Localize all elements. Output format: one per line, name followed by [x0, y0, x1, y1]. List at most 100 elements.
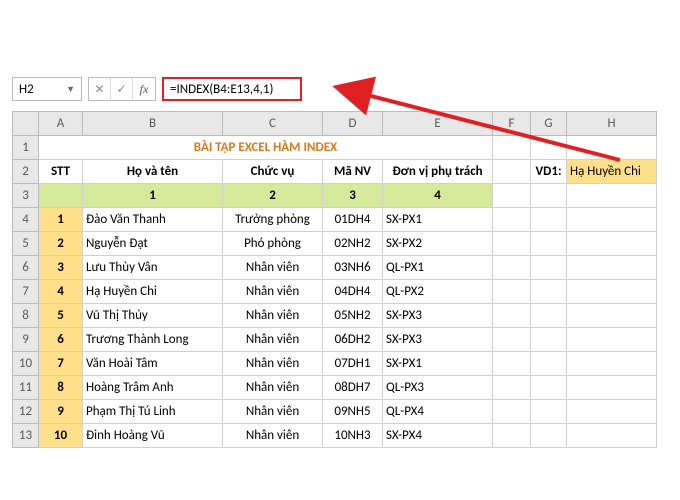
cell[interactable]	[493, 208, 531, 232]
cell[interactable]	[493, 232, 531, 256]
cell[interactable]	[567, 256, 657, 280]
cell-code[interactable]: 06DH2	[323, 328, 383, 352]
row-header[interactable]: 13	[13, 424, 39, 448]
cell-stt[interactable]: 2	[39, 232, 83, 256]
row-header[interactable]: 2	[13, 160, 39, 184]
cell[interactable]	[567, 400, 657, 424]
spreadsheet-grid[interactable]: A B C D E F G H 1 BÀI TẬP EXCEL HÀM INDE…	[12, 111, 657, 448]
cell[interactable]	[531, 256, 567, 280]
cell[interactable]	[567, 352, 657, 376]
cell[interactable]	[493, 304, 531, 328]
vd1-result[interactable]: Hạ Huyền Chi	[567, 160, 657, 184]
cell-stt[interactable]: 1	[39, 208, 83, 232]
cell[interactable]	[493, 376, 531, 400]
row-header[interactable]: 4	[13, 208, 39, 232]
cell-role[interactable]: Nhân viên	[223, 424, 323, 448]
cell-role[interactable]: Nhân viên	[223, 352, 323, 376]
cell[interactable]	[531, 232, 567, 256]
cell-role[interactable]: Phó phòng	[223, 232, 323, 256]
subhead-3[interactable]: 3	[323, 184, 383, 208]
col-header[interactable]: G	[531, 112, 567, 136]
row-header[interactable]: 5	[13, 232, 39, 256]
cell[interactable]	[567, 184, 657, 208]
header-code[interactable]: Mã NV	[323, 160, 383, 184]
col-header[interactable]: B	[83, 112, 223, 136]
cell-role[interactable]: Nhân viên	[223, 376, 323, 400]
cell[interactable]	[493, 352, 531, 376]
cell-name[interactable]: Nguyễn Đạt	[83, 232, 223, 256]
cell[interactable]	[493, 160, 531, 184]
cell-name[interactable]: Văn Hoài Tâm	[83, 352, 223, 376]
cell-code[interactable]: 08DH7	[323, 376, 383, 400]
sheet-title[interactable]: BÀI TẬP EXCEL HÀM INDEX	[39, 136, 493, 160]
cell-unit[interactable]: SX-PX3	[383, 304, 493, 328]
cell[interactable]	[39, 184, 83, 208]
cancel-formula-icon[interactable]: ✕	[89, 78, 111, 100]
cell[interactable]	[531, 136, 567, 160]
row-header[interactable]: 11	[13, 376, 39, 400]
cell[interactable]	[531, 184, 567, 208]
cell-unit[interactable]: SX-PX1	[383, 208, 493, 232]
cell-role[interactable]: Nhân viên	[223, 328, 323, 352]
cell-unit[interactable]: QL-PX3	[383, 376, 493, 400]
cell[interactable]	[567, 376, 657, 400]
cell[interactable]	[531, 304, 567, 328]
cell-unit[interactable]: QL-PX1	[383, 256, 493, 280]
accept-formula-icon[interactable]: ✓	[111, 78, 133, 100]
header-stt[interactable]: STT	[39, 160, 83, 184]
cell-name[interactable]: Đào Văn Thanh	[83, 208, 223, 232]
cell-stt[interactable]: 8	[39, 376, 83, 400]
subhead-4[interactable]: 4	[383, 184, 493, 208]
cell[interactable]	[531, 280, 567, 304]
cell-role[interactable]: Nhân viên	[223, 304, 323, 328]
row-header[interactable]: 10	[13, 352, 39, 376]
subhead-1[interactable]: 1	[83, 184, 223, 208]
col-header[interactable]: H	[567, 112, 657, 136]
chevron-down-icon[interactable]: ▼	[66, 84, 75, 95]
row-header[interactable]: 7	[13, 280, 39, 304]
cell[interactable]	[567, 328, 657, 352]
cell[interactable]	[493, 328, 531, 352]
col-header[interactable]: E	[383, 112, 493, 136]
cell-stt[interactable]: 9	[39, 400, 83, 424]
row-header[interactable]: 3	[13, 184, 39, 208]
cell-role[interactable]: Nhân viên	[223, 280, 323, 304]
cell-name[interactable]: Hoàng Trâm Anh	[83, 376, 223, 400]
cell[interactable]	[493, 424, 531, 448]
cell-name[interactable]: Đinh Hoàng Vũ	[83, 424, 223, 448]
col-header[interactable]: C	[223, 112, 323, 136]
cell[interactable]	[567, 424, 657, 448]
cell[interactable]	[493, 256, 531, 280]
cell[interactable]	[567, 232, 657, 256]
formula-input[interactable]: =INDEX(B4:E13,4,1)	[162, 77, 302, 101]
fx-icon[interactable]: fx	[133, 78, 155, 100]
cell[interactable]	[531, 208, 567, 232]
cell[interactable]	[531, 352, 567, 376]
row-header[interactable]: 6	[13, 256, 39, 280]
cell-role[interactable]: Nhân viên	[223, 400, 323, 424]
cell-code[interactable]: 01DH4	[323, 208, 383, 232]
cell-unit[interactable]: QL-PX2	[383, 280, 493, 304]
row-header[interactable]: 9	[13, 328, 39, 352]
cell[interactable]	[531, 424, 567, 448]
col-header[interactable]: F	[493, 112, 531, 136]
cell-name[interactable]: Trương Thành Long	[83, 328, 223, 352]
cell[interactable]	[567, 208, 657, 232]
header-name[interactable]: Họ và tên	[83, 160, 223, 184]
cell-unit[interactable]: SX-PX2	[383, 232, 493, 256]
cell[interactable]	[493, 136, 531, 160]
cell[interactable]	[567, 136, 657, 160]
row-header[interactable]: 1	[13, 136, 39, 160]
cell-code[interactable]: 02NH2	[323, 232, 383, 256]
cell-code[interactable]: 04DH4	[323, 280, 383, 304]
cell[interactable]	[531, 328, 567, 352]
cell-unit[interactable]: SX-PX1	[383, 352, 493, 376]
cell-code[interactable]: 10NH3	[323, 424, 383, 448]
cell-code[interactable]: 07DH1	[323, 352, 383, 376]
header-role[interactable]: Chức vụ	[223, 160, 323, 184]
cell-role[interactable]: Trưởng phòng	[223, 208, 323, 232]
cell[interactable]	[567, 280, 657, 304]
header-unit[interactable]: Đơn vị phụ trách	[383, 160, 493, 184]
cell-name[interactable]: Phạm Thị Tú Linh	[83, 400, 223, 424]
cell[interactable]	[531, 400, 567, 424]
